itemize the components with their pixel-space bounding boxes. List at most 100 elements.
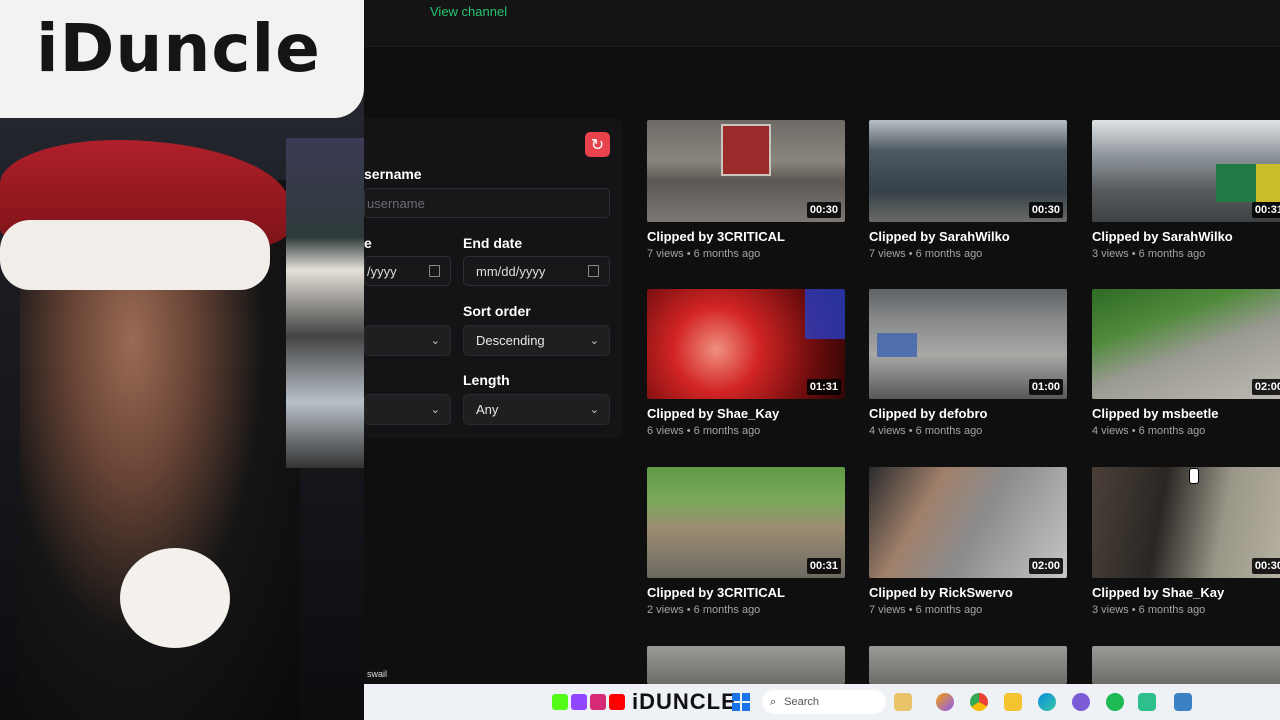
clip-duration: 02:00 — [1028, 558, 1063, 574]
clip-meta: 7 views • 6 months ago — [647, 248, 761, 260]
clip-thumbnail[interactable]: 00:31 — [1092, 120, 1280, 222]
calendar-icon[interactable] — [588, 265, 599, 277]
sort-order-label: Sort order — [463, 303, 531, 319]
clip-title[interactable]: Clipped by defobro — [869, 406, 1067, 421]
taskbar: iDUNCLE ⌕ Search — [364, 684, 1280, 720]
refresh-button[interactable]: ↻ — [585, 132, 610, 157]
clip-title[interactable]: Clipped by 3CRITICAL — [647, 585, 845, 600]
clip-meta: 4 views • 6 months ago — [1092, 425, 1206, 437]
clip-card[interactable]: 02:00 Clipped by RickSwervo 7 views • 6 … — [869, 467, 1067, 616]
app-icon[interactable] — [1138, 693, 1156, 711]
clip-duration: 00:31 — [806, 558, 841, 574]
end-date-input[interactable]: mm/dd/yyyy — [463, 256, 610, 286]
hat-pompom — [120, 548, 230, 648]
brand-strip: iDUNCLE — [552, 690, 737, 714]
clip-thumbnail[interactable]: 00:30 — [1092, 467, 1280, 578]
clip-card[interactable]: 00:30 Clipped by 3CRITICAL 7 views • 6 m… — [647, 120, 845, 260]
username-input[interactable]: username — [364, 188, 610, 218]
clip-thumbnail[interactable]: 00:31 — [647, 467, 845, 578]
clip-thumbnail[interactable]: 00:30 — [647, 120, 845, 222]
top-bar: View channel — [364, 0, 1280, 47]
clip-thumbnail[interactable]: 02:00 — [869, 467, 1067, 578]
view-channel-link[interactable]: View channel — [430, 4, 507, 19]
clip-thumbnail[interactable]: 00:30 — [869, 120, 1067, 222]
end-date-label: End date — [463, 235, 523, 251]
clip-meta: 4 views • 6 months ago — [869, 425, 983, 437]
clip-thumbnail[interactable] — [869, 646, 1067, 684]
webcam-overlay: iDuncle — [0, 0, 364, 720]
hat-brim — [0, 220, 270, 290]
iduncle-sign: iDuncle — [0, 0, 364, 118]
start-date-input[interactable]: /yyyy — [364, 256, 451, 286]
chevron-down-icon: ⌄ — [430, 335, 440, 347]
widget-icon[interactable] — [894, 693, 912, 711]
spotify-icon[interactable] — [1106, 693, 1124, 711]
clip-title[interactable]: Clipped by Shae_Kay — [647, 406, 845, 421]
clip-meta: 3 views • 6 months ago — [1092, 248, 1206, 260]
clip-thumbnail[interactable]: 01:00 — [869, 289, 1067, 399]
clip-title[interactable]: Clipped by Shae_Kay — [1092, 585, 1280, 600]
copilot-icon[interactable] — [936, 693, 954, 711]
clip-title[interactable]: Clipped by 3CRITICAL — [647, 229, 845, 244]
clip-duration: 01:31 — [806, 379, 841, 395]
chevron-down-icon: ⌄ — [430, 404, 440, 416]
clip-thumbnail[interactable] — [1092, 646, 1280, 684]
clip-card[interactable]: 01:31 Clipped by Shae_Kay 6 views • 6 mo… — [647, 289, 845, 437]
clip-duration: 01:00 — [1028, 379, 1063, 395]
clip-card[interactable]: 00:31 Clipped by SarahWilko 3 views • 6 … — [1092, 120, 1280, 260]
sort-by-select[interactable]: ⌄ — [364, 325, 451, 356]
windows-start-icon[interactable] — [732, 693, 750, 711]
notepad-icon[interactable] — [1174, 693, 1192, 711]
length-select[interactable]: Any ⌄ — [463, 394, 610, 425]
clip-card[interactable]: 00:31 Clipped by 3CRITICAL 2 views • 6 m… — [647, 467, 845, 616]
background-cards — [286, 138, 364, 468]
discord-icon[interactable] — [1072, 693, 1090, 711]
length-label: Length — [463, 372, 510, 388]
clip-card[interactable]: 02:00 Clipped by msbeetle 4 views • 6 mo… — [1092, 289, 1280, 437]
refresh-icon: ↻ — [590, 136, 605, 154]
clip-meta: 6 views • 6 months ago — [647, 425, 761, 437]
instagram-icon — [590, 694, 606, 710]
stream-tag: swail — [364, 669, 391, 679]
sort-order-select[interactable]: Descending ⌄ — [463, 325, 610, 356]
clip-thumbnail[interactable]: 02:00 — [1092, 289, 1280, 399]
chevron-down-icon: ⌄ — [589, 404, 599, 416]
clip-title[interactable]: Clipped by SarahWilko — [869, 229, 1067, 244]
clip-duration: 00:30 — [1251, 558, 1280, 574]
sort-order-value: Descending — [476, 333, 545, 348]
twitch-icon — [571, 694, 587, 710]
chevron-down-icon: ⌄ — [589, 335, 599, 347]
start-date-label: e — [364, 235, 372, 251]
kick-icon — [552, 694, 568, 710]
clip-duration: 02:00 — [1251, 379, 1280, 395]
search-icon: ⌕ — [770, 695, 777, 708]
end-date-value: mm/dd/yyyy — [476, 263, 546, 279]
clip-meta: 2 views • 6 months ago — [647, 604, 761, 616]
clip-meta: 3 views • 6 months ago — [1092, 604, 1206, 616]
length-value: Any — [476, 402, 499, 417]
clip-duration: 00:31 — [1251, 202, 1280, 218]
start-date-value: /yyyy — [367, 263, 397, 279]
sign-text: iDuncle — [36, 10, 321, 87]
clip-thumbnail[interactable] — [647, 646, 845, 684]
clip-title[interactable]: Clipped by msbeetle — [1092, 406, 1280, 421]
chrome-icon[interactable] — [970, 693, 988, 711]
clip-card[interactable]: 00:30 Clipped by SarahWilko 7 views • 6 … — [869, 120, 1067, 260]
youtube-icon — [609, 694, 625, 710]
clip-duration: 00:30 — [1028, 202, 1063, 218]
clip-card[interactable]: 00:30 Clipped by Shae_Kay 3 views • 6 mo… — [1092, 467, 1280, 616]
folder-icon[interactable] — [1004, 693, 1022, 711]
clip-card[interactable]: 01:00 Clipped by defobro 4 views • 6 mon… — [869, 289, 1067, 437]
search-placeholder: Search — [784, 696, 820, 708]
brand-text: iDUNCLE — [632, 689, 737, 714]
filter-select[interactable]: ⌄ — [364, 394, 451, 425]
calendar-icon[interactable] — [429, 265, 440, 277]
clip-title[interactable]: Clipped by RickSwervo — [869, 585, 1067, 600]
clip-meta: 7 views • 6 months ago — [869, 604, 983, 616]
username-label: sername — [364, 166, 422, 182]
clip-thumbnail[interactable]: 01:31 — [647, 289, 845, 399]
taskbar-search[interactable]: ⌕ Search — [762, 690, 886, 714]
clip-title[interactable]: Clipped by SarahWilko — [1092, 229, 1280, 244]
edge-icon[interactable] — [1038, 693, 1056, 711]
clip-meta: 7 views • 6 months ago — [869, 248, 983, 260]
